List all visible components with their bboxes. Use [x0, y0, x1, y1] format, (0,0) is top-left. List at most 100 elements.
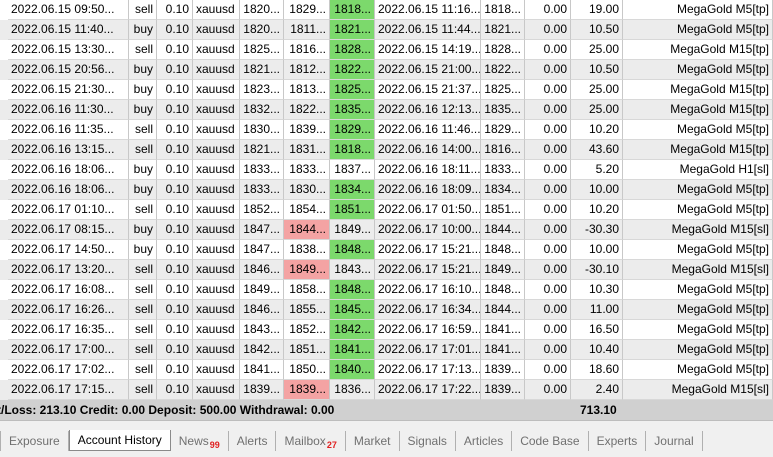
table-row[interactable]: 2022.06.15 20:56... buy 0.10 xauusd 1821... 1…: [0, 60, 773, 80]
tab-label: News: [178, 434, 209, 448]
table-row[interactable]: 2022.06.17 13:20... sell 0.10 xauusd 1846...…: [0, 260, 773, 280]
profit-cell: 10.30: [571, 280, 623, 300]
tab-experts[interactable]: Experts: [589, 431, 647, 451]
sl-cell: 1855...: [284, 300, 330, 320]
table-row[interactable]: 2022.06.17 17:15... sell 0.10 xauusd 1839...…: [0, 380, 773, 400]
volume-cell: 0.10: [157, 20, 193, 40]
table-row[interactable]: 2022.06.17 14:50... buy 0.10 xauusd 1847... 1…: [0, 240, 773, 260]
open-price-cell: 1847...: [240, 240, 284, 260]
profit-cell: 25.00: [571, 40, 623, 60]
type-cell: sell: [129, 120, 157, 140]
table-row[interactable]: 2022.06.16 11:30... buy 0.10 xauusd 1832... 1…: [0, 100, 773, 120]
table-row[interactable]: 2022.06.17 17:00... sell 0.10 xauusd 1842...…: [0, 340, 773, 360]
type-cell: sell: [129, 140, 157, 160]
tp-cell: 1829...: [330, 120, 375, 140]
open-price-cell: 1849...: [240, 280, 284, 300]
close-price-cell: 1818...: [481, 0, 525, 20]
commission-cell: 0.00: [525, 340, 571, 360]
table-row[interactable]: 2022.06.16 18:06... buy 0.10 xauusd 1833... 1…: [0, 160, 773, 180]
table-row[interactable]: 2022.06.17 16:08... sell 0.10 xauusd 1849...…: [0, 280, 773, 300]
type-cell: sell: [129, 260, 157, 280]
type-cell: buy: [129, 160, 157, 180]
close-time-cell: 2022.06.17 01:50...: [375, 200, 481, 220]
comment-cell: MegaGold M15[tp]: [623, 40, 773, 60]
tp-cell: 1845...: [330, 300, 375, 320]
table-row[interactable]: 2022.06.15 13:30... sell 0.10 xauusd 1825...…: [0, 40, 773, 60]
table-row[interactable]: 2022.06.17 16:35... sell 0.10 xauusd 1843...…: [0, 320, 773, 340]
comment-cell: MegaGold M5[tp]: [623, 60, 773, 80]
commission-cell: 0.00: [525, 360, 571, 380]
table-row[interactable]: 2022.06.16 11:35... sell 0.10 xauusd 1830...…: [0, 120, 773, 140]
open-time-cell: 2022.06.17 16:35...: [8, 320, 129, 340]
table-row[interactable]: 2022.06.15 09:50... sell 0.10 xauusd 1820...…: [0, 0, 773, 20]
tab-code-base[interactable]: Code Base: [512, 431, 589, 451]
close-time-cell: 2022.06.16 11:46...: [375, 120, 481, 140]
open-price-cell: 1830...: [240, 120, 284, 140]
open-time-cell: 2022.06.16 11:35...: [8, 120, 129, 140]
sl-cell: 1854...: [284, 200, 330, 220]
profit-cell: 43.60: [571, 140, 623, 160]
tp-cell: 1834...: [330, 180, 375, 200]
volume-cell: 0.10: [157, 240, 193, 260]
volume-cell: 0.10: [157, 220, 193, 240]
table-row[interactable]: 2022.06.15 11:40... buy 0.10 xauusd 1820... 1…: [0, 20, 773, 40]
summary-text: t/Loss: 213.10 Credit: 0.00 Deposit: 500…: [0, 403, 335, 417]
open-time-cell: 2022.06.16 11:30...: [8, 100, 129, 120]
symbol-cell: xauusd: [193, 140, 240, 160]
tab-exposure[interactable]: Exposure: [0, 431, 69, 451]
tab-market[interactable]: Market: [346, 431, 400, 451]
symbol-cell: xauusd: [193, 80, 240, 100]
open-time-cell: 2022.06.17 17:00...: [8, 340, 129, 360]
open-time-cell: 2022.06.17 14:50...: [8, 240, 129, 260]
tab-account-history[interactable]: Account History: [68, 430, 171, 451]
volume-cell: 0.10: [157, 360, 193, 380]
close-time-cell: 2022.06.17 17:13...: [375, 360, 481, 380]
tab-alerts[interactable]: Alerts: [229, 431, 277, 451]
profit-cell: 10.50: [571, 60, 623, 80]
tab-journal[interactable]: Journal: [646, 431, 703, 451]
sl-cell: 1849...: [284, 260, 330, 280]
commission-cell: 0.00: [525, 160, 571, 180]
profit-cell: -30.30: [571, 220, 623, 240]
type-cell: sell: [129, 200, 157, 220]
type-cell: buy: [129, 80, 157, 100]
tab-label: Articles: [463, 434, 504, 448]
comment-cell: MegaGold M15[tp]: [623, 140, 773, 160]
table-row[interactable]: 2022.06.15 21:30... buy 0.10 xauusd 1823... 1…: [0, 80, 773, 100]
table-row[interactable]: 2022.06.16 18:06... buy 0.10 xauusd 1833... 1…: [0, 180, 773, 200]
table-row[interactable]: 2022.06.17 16:26... sell 0.10 xauusd 1846...…: [0, 300, 773, 320]
open-price-cell: 1841...: [240, 360, 284, 380]
commission-cell: 0.00: [525, 140, 571, 160]
tp-cell: 1828...: [330, 40, 375, 60]
sl-cell: 1811...: [284, 20, 330, 40]
tab-news[interactable]: News99: [171, 431, 229, 451]
table-row[interactable]: 2022.06.16 13:15... sell 0.10 xauusd 1821...…: [0, 140, 773, 160]
type-cell: buy: [129, 240, 157, 260]
comment-cell: MegaGold M5[tp]: [623, 300, 773, 320]
tab-badge: 99: [209, 440, 220, 450]
tp-cell: 1849...: [330, 220, 375, 240]
sl-cell: 1839...: [284, 120, 330, 140]
account-history-table: 2022.06.15 09:50... sell 0.10 xauusd 1820...…: [0, 0, 773, 400]
open-time-cell: 2022.06.17 08:15...: [8, 220, 129, 240]
sl-cell: 1816...: [284, 40, 330, 60]
comment-cell: MegaGold M5[tp]: [623, 20, 773, 40]
table-row[interactable]: 2022.06.17 08:15... buy 0.10 xauusd 1847... 1…: [0, 220, 773, 240]
close-time-cell: 2022.06.15 21:00...: [375, 60, 481, 80]
open-price-cell: 1839...: [240, 380, 284, 400]
tab-signals[interactable]: Signals: [400, 431, 456, 451]
close-price-cell: 1822...: [481, 60, 525, 80]
tab-mailbox[interactable]: Mailbox27: [276, 431, 346, 451]
sl-cell: 1830...: [284, 180, 330, 200]
table-row[interactable]: 2022.06.17 01:10... sell 0.10 xauusd 1852...…: [0, 200, 773, 220]
symbol-cell: xauusd: [193, 0, 240, 20]
profit-cell: 10.20: [571, 120, 623, 140]
type-cell: buy: [129, 220, 157, 240]
comment-cell: MegaGold M15[sl]: [623, 220, 773, 240]
close-price-cell: 1816...: [481, 140, 525, 160]
comment-cell: MegaGold M15[sl]: [623, 380, 773, 400]
volume-cell: 0.10: [157, 40, 193, 60]
tab-articles[interactable]: Articles: [456, 431, 513, 451]
table-row[interactable]: 2022.06.17 17:02... sell 0.10 xauusd 1841...…: [0, 360, 773, 380]
sl-cell: 1852...: [284, 320, 330, 340]
